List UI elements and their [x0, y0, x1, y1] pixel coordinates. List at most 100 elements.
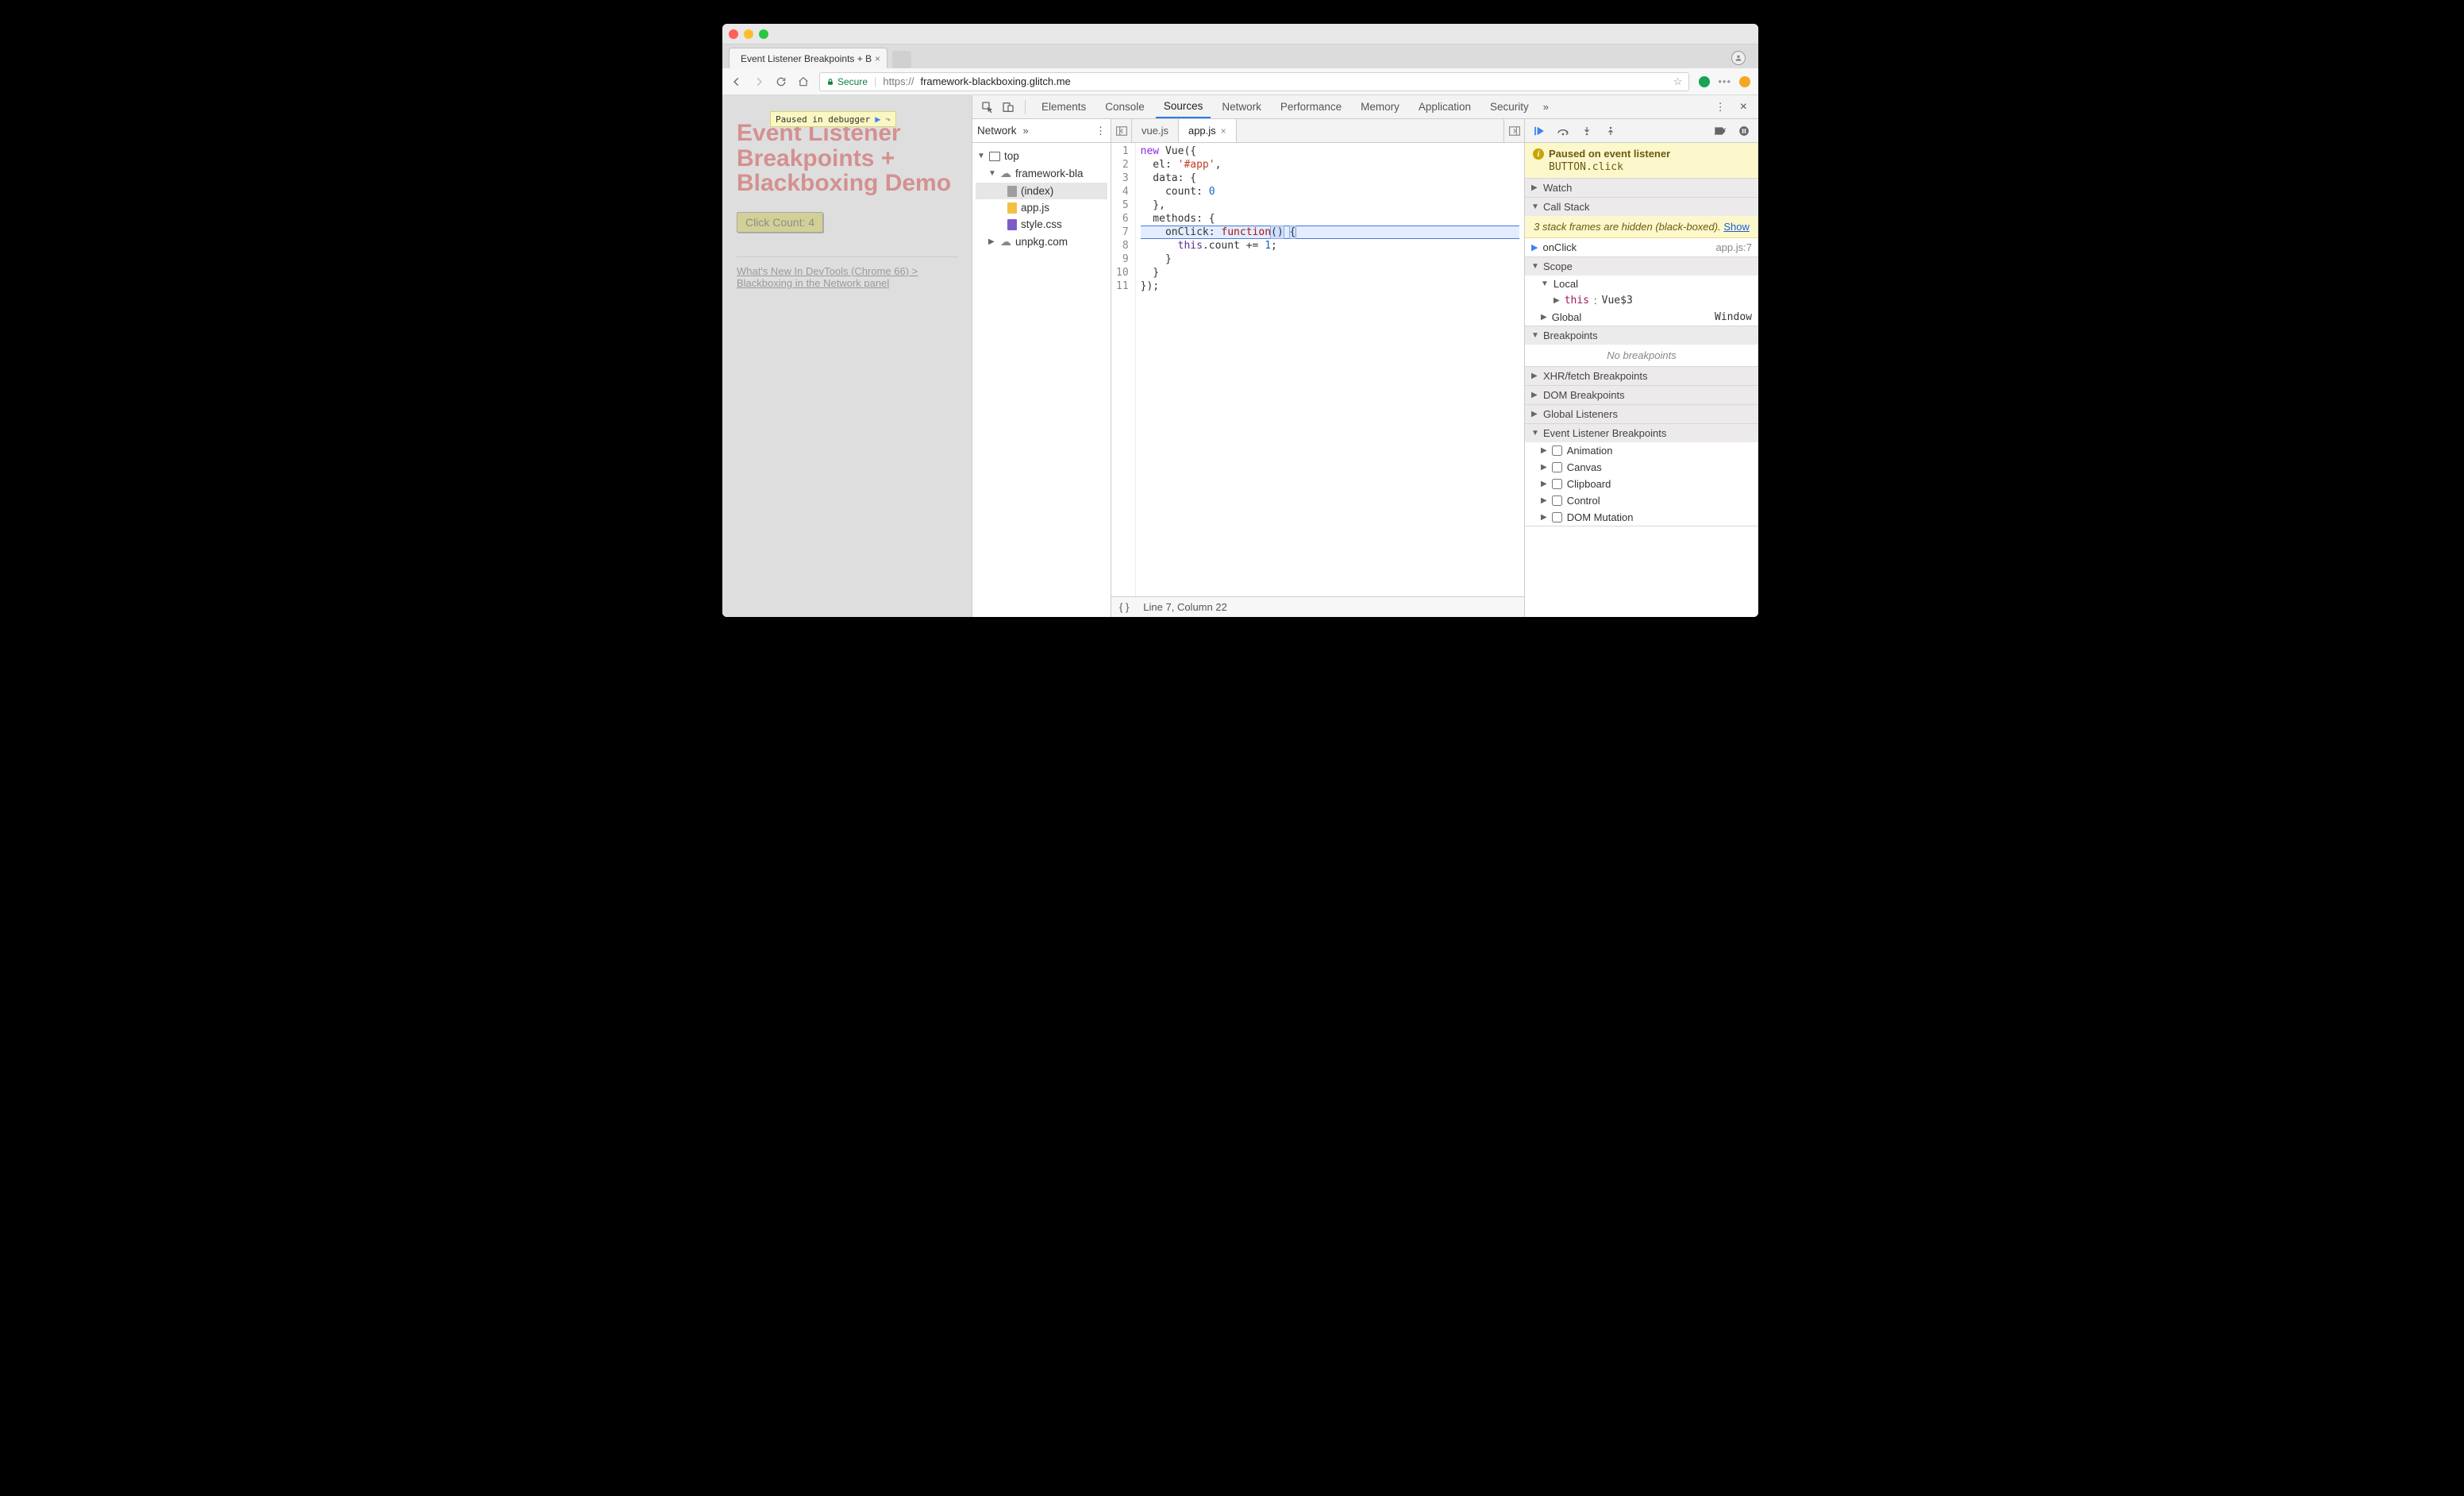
- address-bar: Secure | https://framework-blackboxing.g…: [722, 68, 1758, 95]
- window-zoom-button[interactable]: [759, 29, 768, 39]
- secure-badge[interactable]: Secure: [826, 76, 868, 87]
- bookmark-star-icon[interactable]: ☆: [1673, 75, 1683, 88]
- section-watch[interactable]: ▶Watch: [1525, 179, 1758, 197]
- show-debugger-icon[interactable]: [1503, 119, 1524, 142]
- paused-reason-detail: BUTTON.click: [1533, 161, 1750, 173]
- browser-tab[interactable]: Event Listener Breakpoints + B ×: [729, 48, 887, 68]
- devtools-close-icon[interactable]: ×: [1735, 100, 1752, 114]
- devtools-tab-network[interactable]: Network: [1214, 96, 1269, 118]
- info-icon: i: [1533, 148, 1544, 160]
- device-mode-icon[interactable]: [999, 98, 1017, 116]
- extension-icon[interactable]: [1699, 76, 1710, 87]
- devtools-tab-application[interactable]: Application: [1411, 96, 1479, 118]
- extension-menu-icon[interactable]: •••: [1718, 75, 1731, 87]
- back-button[interactable]: [730, 75, 743, 88]
- navigator-overflow-icon[interactable]: »: [1023, 125, 1029, 137]
- window-minimize-button[interactable]: [744, 29, 753, 39]
- step-over-button[interactable]: [1555, 123, 1571, 139]
- category-checkbox[interactable]: [1552, 495, 1562, 506]
- devtools-tab-console[interactable]: Console: [1097, 96, 1153, 118]
- category-checkbox[interactable]: [1552, 512, 1562, 522]
- resume-button[interactable]: [1531, 123, 1547, 139]
- category-checkbox[interactable]: [1552, 462, 1562, 472]
- cloud-icon: [1000, 235, 1011, 249]
- scope-global[interactable]: ▶GlobalWindow: [1525, 309, 1758, 326]
- event-category[interactable]: ▶Clipboard: [1525, 476, 1758, 492]
- section-dom-breakpoints[interactable]: ▶DOM Breakpoints: [1525, 386, 1758, 404]
- tab-close-icon[interactable]: ×: [875, 53, 880, 64]
- category-checkbox[interactable]: [1552, 479, 1562, 489]
- navigator-pane-tab[interactable]: Network: [977, 125, 1017, 137]
- editor-tab-close-icon[interactable]: ×: [1221, 125, 1226, 137]
- devtools-toolbar: Elements Console Sources Network Perform…: [972, 95, 1758, 119]
- forward-button[interactable]: [753, 75, 765, 88]
- window-close-button[interactable]: [729, 29, 738, 39]
- new-tab-button[interactable]: [892, 51, 911, 68]
- category-label: Animation: [1567, 445, 1613, 457]
- event-category[interactable]: ▶Control: [1525, 492, 1758, 509]
- devtools-tab-elements[interactable]: Elements: [1034, 96, 1094, 118]
- section-breakpoints[interactable]: ▼Breakpoints: [1525, 326, 1758, 345]
- category-checkbox[interactable]: [1552, 445, 1562, 456]
- source-editor: vue.js app.js× 1234567891011 new Vue({ e…: [1111, 119, 1525, 617]
- editor-tab[interactable]: app.js×: [1179, 119, 1237, 142]
- event-category[interactable]: ▶Animation: [1525, 442, 1758, 459]
- step-into-button[interactable]: [1579, 123, 1595, 139]
- reload-button[interactable]: [775, 75, 787, 88]
- page-heading: Event Listener Breakpoints + Blackboxing…: [737, 121, 957, 196]
- devtools-tab-security[interactable]: Security: [1482, 96, 1537, 118]
- tree-domain[interactable]: ▼framework-bla: [976, 164, 1107, 183]
- code-area[interactable]: 1234567891011 new Vue({ el: '#app', data…: [1111, 143, 1524, 596]
- tree-label: unpkg.com: [1015, 236, 1068, 248]
- devtools-tab-performance[interactable]: Performance: [1272, 96, 1349, 118]
- overlay-resume-icon[interactable]: ▶: [875, 114, 880, 125]
- tree-label: top: [1004, 150, 1019, 162]
- debugger-controls: [1525, 119, 1758, 143]
- section-call-stack[interactable]: ▼Call Stack: [1525, 198, 1758, 216]
- section-global-listeners[interactable]: ▶Global Listeners: [1525, 405, 1758, 423]
- section-label: Breakpoints: [1543, 330, 1598, 341]
- devtools-menu-icon[interactable]: ⋮: [1709, 101, 1732, 114]
- event-category[interactable]: ▶Canvas: [1525, 459, 1758, 476]
- paused-reason: iPaused on event listener BUTTON.click: [1525, 143, 1758, 179]
- stack-location[interactable]: app.js:7: [1715, 241, 1752, 253]
- click-count-button[interactable]: Click Count: 4: [737, 212, 823, 233]
- pause-on-exceptions-button[interactable]: [1736, 123, 1752, 139]
- tree-file[interactable]: (index): [976, 183, 1107, 199]
- scope-variable[interactable]: ▶this: Vue$3: [1525, 292, 1758, 309]
- navigator-menu-icon[interactable]: ⋮: [1095, 125, 1106, 137]
- devtools-tab-memory[interactable]: Memory: [1353, 96, 1407, 118]
- editor-status-bar: { } Line 7, Column 22: [1111, 596, 1524, 617]
- show-navigator-icon[interactable]: [1111, 119, 1132, 142]
- blackbox-show-link[interactable]: Show: [1723, 221, 1750, 233]
- devtools-tabs-overflow-icon[interactable]: »: [1543, 101, 1549, 113]
- tree-file[interactable]: style.css: [976, 216, 1107, 233]
- window-titlebar: [722, 24, 1758, 44]
- paused-overlay-text: Paused in debugger: [776, 114, 870, 125]
- home-button[interactable]: [797, 75, 810, 88]
- deactivate-breakpoints-button[interactable]: [1712, 123, 1728, 139]
- url-scheme: https://: [883, 75, 914, 87]
- tree-file[interactable]: app.js: [976, 199, 1107, 216]
- extension-icon[interactable]: [1739, 76, 1750, 87]
- event-category[interactable]: ▶DOM Mutation: [1525, 509, 1758, 526]
- editor-tab[interactable]: vue.js: [1132, 119, 1179, 142]
- profile-avatar[interactable]: [1731, 51, 1746, 65]
- overlay-step-icon[interactable]: ↷: [885, 114, 891, 125]
- section-scope[interactable]: ▼Scope: [1525, 257, 1758, 276]
- paused-overlay: Paused in debugger ▶ ↷: [770, 111, 896, 127]
- tree-frame[interactable]: ▼top: [976, 148, 1107, 164]
- sources-navigator: Network » ⋮ ▼top ▼framework-bla (index) …: [972, 119, 1111, 617]
- step-out-button[interactable]: [1603, 123, 1619, 139]
- omnibox[interactable]: Secure | https://framework-blackboxing.g…: [819, 72, 1689, 91]
- section-event-listener-breakpoints[interactable]: ▼Event Listener Breakpoints: [1525, 424, 1758, 442]
- inspect-element-icon[interactable]: [979, 98, 996, 116]
- pretty-print-icon[interactable]: { }: [1119, 601, 1129, 613]
- section-xhr-breakpoints[interactable]: ▶XHR/fetch Breakpoints: [1525, 367, 1758, 385]
- footer-link[interactable]: What's New In DevTools (Chrome 66) > Bla…: [737, 265, 918, 289]
- scope-local[interactable]: ▼Local: [1525, 276, 1758, 292]
- scope-label: Local: [1553, 278, 1578, 290]
- devtools-tab-sources[interactable]: Sources: [1156, 95, 1211, 118]
- tree-domain[interactable]: ▶unpkg.com: [976, 233, 1107, 251]
- call-stack-frame[interactable]: ▶ onClick app.js:7: [1525, 238, 1758, 256]
